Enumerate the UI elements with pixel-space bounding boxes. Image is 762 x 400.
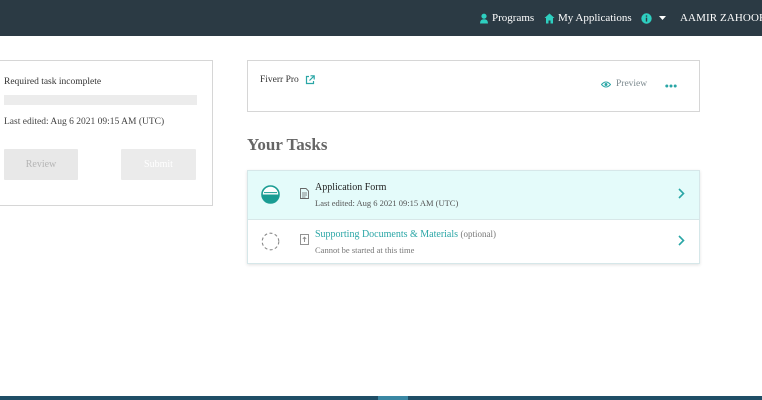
tasks-list: Application Form Last edited: Aug 6 2021… xyxy=(247,170,700,264)
task-last-edited: Last edited: Aug 6 2021 09:15 AM (UTC) xyxy=(315,198,459,208)
upload-icon xyxy=(300,234,309,245)
programs-icon xyxy=(479,13,489,24)
chevron-right-icon[interactable] xyxy=(678,235,685,246)
nav-programs-link[interactable]: Programs xyxy=(479,0,534,36)
help-dropdown[interactable] xyxy=(641,0,669,36)
preview-label: Preview xyxy=(616,79,648,89)
task-name: Application Form xyxy=(315,182,387,193)
document-icon xyxy=(300,188,309,199)
half-complete-icon xyxy=(261,185,280,204)
nav-my-applications-label: My Applications xyxy=(558,12,632,24)
task-name: Supporting Documents & Materials (option… xyxy=(315,229,496,240)
caret-down-icon xyxy=(659,16,666,20)
eye-icon xyxy=(601,81,611,88)
user-menu[interactable]: AAMIR ZAHOOR xyxy=(680,0,762,36)
external-link-icon xyxy=(305,75,315,85)
home-icon xyxy=(544,13,555,24)
preview-button[interactable]: Preview xyxy=(601,79,647,89)
task-row-supporting-documents[interactable]: Supporting Documents & Materials (option… xyxy=(248,220,699,263)
not-started-icon xyxy=(261,232,280,251)
application-status-panel: Required task incomplete Last edited: Au… xyxy=(0,60,213,206)
nav-my-applications-link[interactable]: My Applications xyxy=(544,0,632,36)
task-row-application-form[interactable]: Application Form Last edited: Aug 6 2021… xyxy=(248,171,699,220)
program-title: Fiverr Pro xyxy=(260,75,299,85)
chevron-right-icon[interactable] xyxy=(678,188,685,199)
nav-programs-label: Programs xyxy=(492,12,535,24)
task-name-link[interactable]: Supporting Documents & Materials xyxy=(315,229,458,240)
progress-bar xyxy=(4,95,197,105)
task-status-text: Cannot be started at this time xyxy=(315,245,415,255)
bottom-bar-segment xyxy=(378,396,408,400)
more-dots-icon[interactable] xyxy=(665,77,677,92)
tasks-heading: Your Tasks xyxy=(247,135,328,154)
status-message: Required task incomplete xyxy=(4,77,102,87)
user-name: AAMIR ZAHOOR xyxy=(680,12,762,24)
review-button[interactable]: Review xyxy=(4,149,78,180)
program-title-link[interactable]: Fiverr Pro xyxy=(260,75,315,85)
optional-label: (optional) xyxy=(460,229,497,239)
program-card: Fiverr Pro Preview xyxy=(247,60,700,112)
last-edited-text: Last edited: Aug 6 2021 09:15 AM (UTC) xyxy=(4,117,165,127)
bottom-bar xyxy=(0,396,762,400)
info-icon xyxy=(641,12,652,24)
submit-button[interactable]: Submit xyxy=(121,149,196,180)
